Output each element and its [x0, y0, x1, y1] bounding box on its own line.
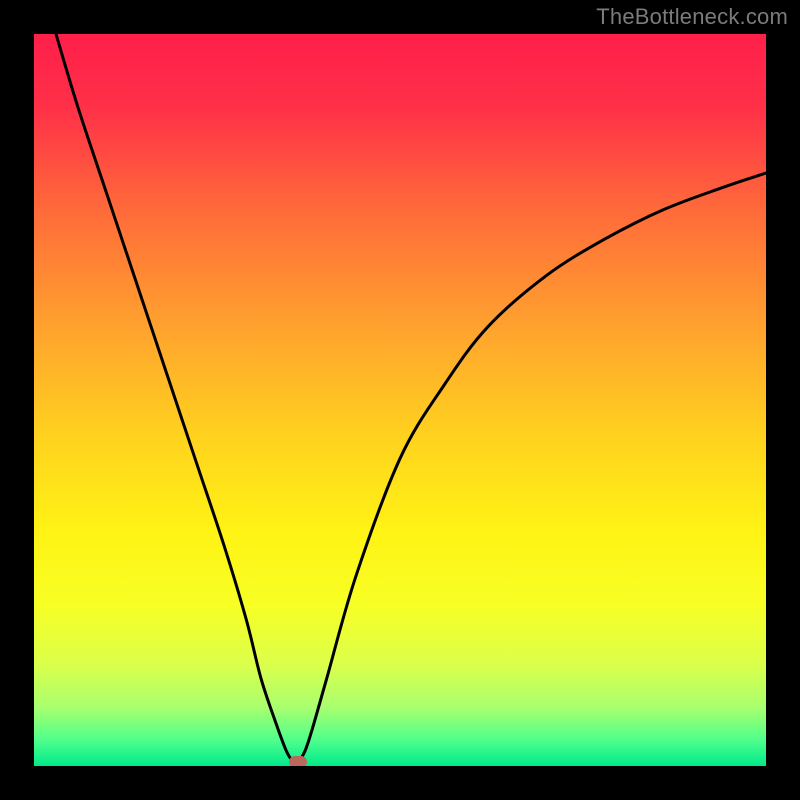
chart-frame: TheBottleneck.com [0, 0, 800, 800]
background-gradient [34, 34, 766, 766]
optimal-point-marker [289, 756, 307, 766]
watermark-text: TheBottleneck.com [596, 4, 788, 30]
plot-area [34, 34, 766, 766]
